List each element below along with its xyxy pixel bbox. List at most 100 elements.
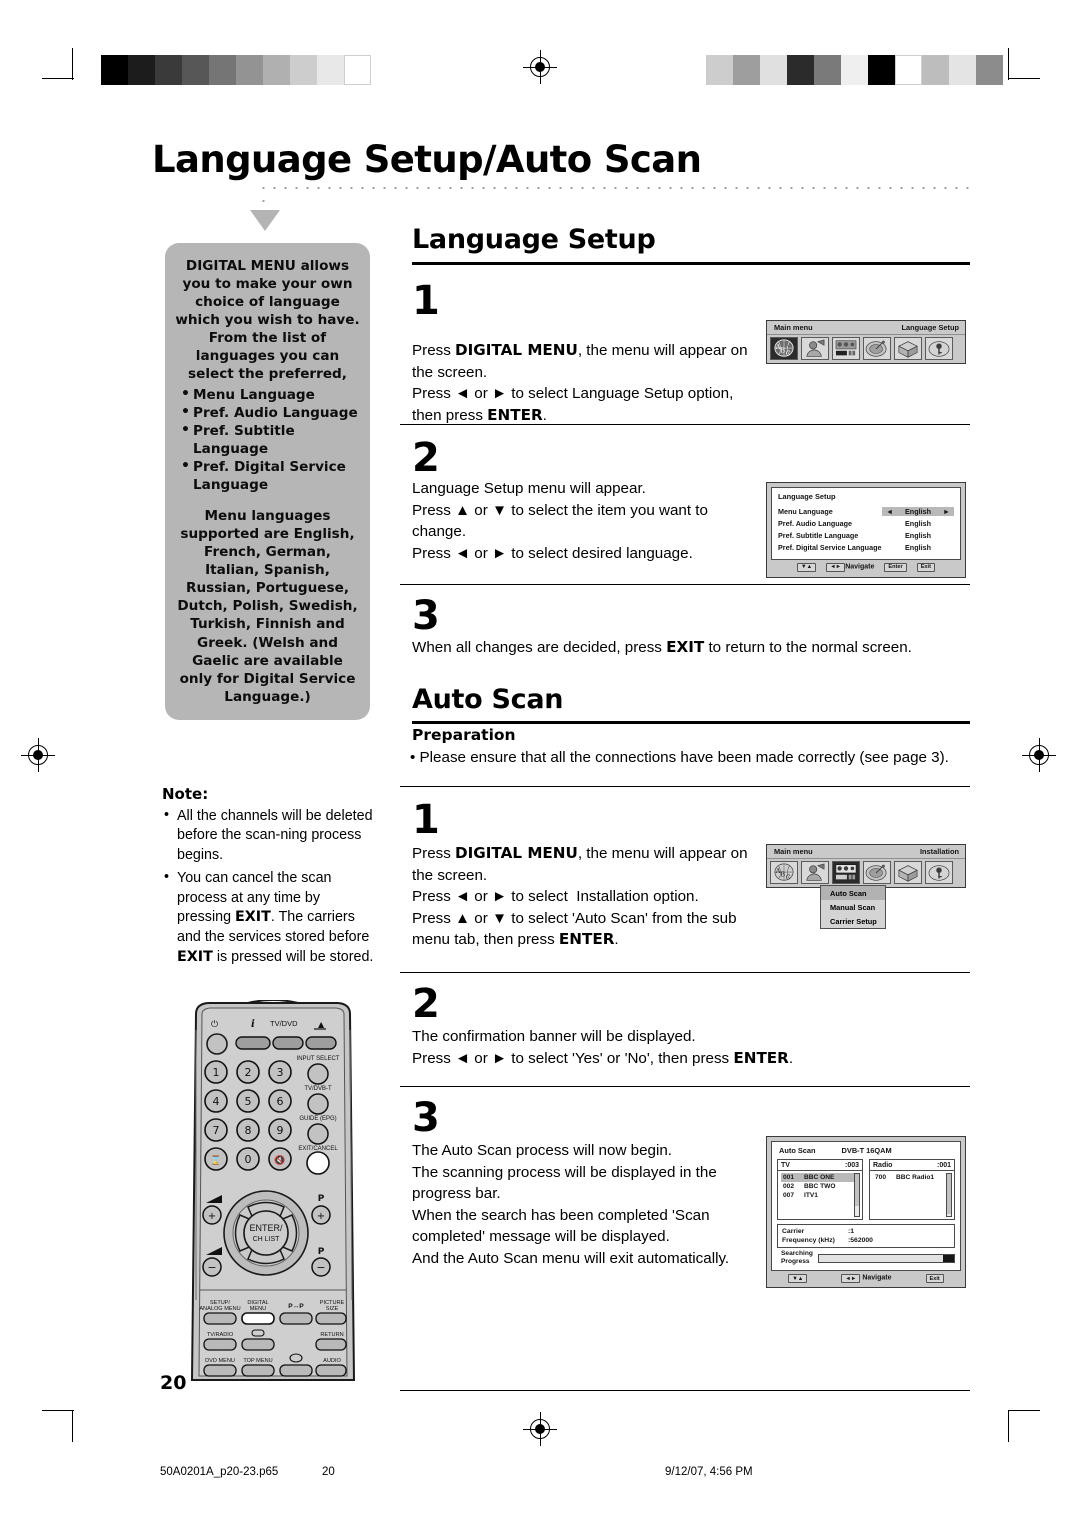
footer-timestamp: 9/12/07, 4:56 PM xyxy=(665,1466,753,1478)
svg-text:RETURN: RETURN xyxy=(320,1332,343,1338)
key-updown-icon[interactable]: ▼▲ xyxy=(797,562,817,573)
svg-text:8: 8 xyxy=(245,1124,252,1137)
svg-text:i: i xyxy=(251,1019,255,1030)
navigate-hint: ◄► Navigate xyxy=(826,562,875,573)
svg-text:TV/DVB-T: TV/DVB-T xyxy=(304,1086,332,1092)
registration-target-right xyxy=(1022,738,1056,772)
step-number: 3 xyxy=(412,593,440,639)
step-number: 1 xyxy=(412,278,440,324)
footer-pagenum: 20 xyxy=(322,1466,335,1478)
tuner-icon[interactable] xyxy=(832,861,860,884)
box-icon[interactable] xyxy=(894,337,922,360)
registration-target-left xyxy=(21,738,55,772)
abc-globe-icon[interactable]: ABC xyxy=(770,337,798,360)
person-tv-icon[interactable] xyxy=(801,861,829,884)
channel-number: 002 xyxy=(783,1183,795,1190)
svg-text:−: − xyxy=(316,1261,325,1274)
scrollbar-thumb[interactable] xyxy=(855,1174,859,1206)
abc-globe-icon[interactable]: ABC xyxy=(770,861,798,884)
carrier-value: :1 xyxy=(848,1228,855,1235)
osd-auto-scan: Auto Scan DVB-T 16QAM TV :003 001 BBC ON… xyxy=(766,1136,966,1289)
carrier-label: Carrier xyxy=(782,1228,805,1235)
key-updown-icon[interactable]: ▼▲ xyxy=(788,1274,808,1284)
channel-number: 007 xyxy=(783,1192,795,1199)
progress-label: Progress xyxy=(781,1258,810,1266)
progress-area: Searching Progress xyxy=(777,1250,955,1266)
note-list: All the channels will be deleted before … xyxy=(162,806,374,968)
osd-row-audio-language[interactable]: Pref. Audio Language English xyxy=(778,517,954,529)
left-arrow-icon[interactable]: ◄ xyxy=(886,507,893,516)
carrier-info-box: Carrier :1 Frequency (kHz) :562000 xyxy=(777,1224,955,1248)
step-text: The confirmation banner will be displaye… xyxy=(412,1028,794,1067)
osd-row-value: English xyxy=(905,530,931,540)
tv-list-title: TV xyxy=(781,1161,790,1169)
osd-main-menu-language: Main menu Language Setup ABC xyxy=(766,320,966,364)
list-item[interactable]: 001 BBC ONE xyxy=(781,1173,859,1182)
svg-text:▲: ▲ xyxy=(318,1020,325,1029)
step-divider xyxy=(400,1086,970,1088)
section-heading-auto-scan: Auto Scan xyxy=(412,684,564,715)
submenu-item-manual-scan[interactable]: Manual Scan xyxy=(821,900,885,914)
osd-row-label: Pref. Digital Service Language xyxy=(778,543,882,553)
svg-text:0: 0 xyxy=(245,1153,252,1166)
osd-row-subtitle-language[interactable]: Pref. Subtitle Language English xyxy=(778,529,954,541)
progress-bar-fill xyxy=(943,1254,954,1262)
step-divider xyxy=(400,786,970,788)
svg-text:P↔P: P↔P xyxy=(288,1303,304,1310)
svg-text:5: 5 xyxy=(245,1095,252,1108)
box-icon[interactable] xyxy=(894,861,922,884)
sidebar-languages-note: Menu languages supported are English, Fr… xyxy=(177,508,358,705)
osd-row-digital-service-language[interactable]: Pref. Digital Service Language English xyxy=(778,542,954,554)
osd-main-menu-installation: Main menu Installation ABC xyxy=(766,844,966,888)
osd-right-label: Installation xyxy=(919,847,959,856)
key-enter[interactable]: Enter xyxy=(884,562,907,573)
list-item[interactable]: 007 ITV1 xyxy=(781,1191,859,1200)
tuner-icon[interactable] xyxy=(832,337,860,360)
submenu-item-auto-scan[interactable]: Auto Scan xyxy=(821,886,885,900)
svg-text:P: P xyxy=(318,1247,325,1257)
navigate-label: Navigate xyxy=(845,563,875,571)
submenu-item-carrier-setup[interactable]: Carrier Setup xyxy=(821,914,885,928)
svg-text:1: 1 xyxy=(213,1066,220,1079)
right-arrow-icon[interactable]: ► xyxy=(943,507,950,516)
osd-auto-scan-header: Auto Scan DVB-T 16QAM xyxy=(777,1146,955,1155)
osd-row-value: English xyxy=(905,506,931,516)
scrollbar-thumb[interactable] xyxy=(947,1174,951,1214)
svg-text:−: − xyxy=(207,1261,216,1274)
osd-language-setup: Language Setup Menu Language ◄ English ►… xyxy=(766,482,966,579)
sidebar-bullet-item: Pref. Digital Service Language xyxy=(179,457,360,494)
crop-mark-bottom-left xyxy=(42,1396,88,1442)
list-item[interactable]: 700 BBC Radio1 xyxy=(873,1173,951,1182)
satellite-dish-icon[interactable] xyxy=(863,337,891,360)
osd-left-label: Main menu xyxy=(774,323,813,332)
key-exit[interactable]: Exit xyxy=(925,1274,944,1284)
radio-list-count: :001 xyxy=(936,1161,951,1169)
tv-list-scrollbar[interactable] xyxy=(854,1173,860,1217)
svg-text:+: + xyxy=(317,1211,325,1222)
print-calibration-bar-right xyxy=(706,55,1003,85)
radio-list-scrollbar[interactable] xyxy=(946,1173,952,1217)
key-leftright-icon[interactable]: ◄► xyxy=(841,1274,861,1284)
step-divider xyxy=(400,584,970,586)
svg-text:DVD MENU: DVD MENU xyxy=(205,1358,235,1364)
svg-text:B: B xyxy=(780,871,785,879)
osd-titlebar: Main menu Installation xyxy=(767,845,965,858)
navigate-hint: ◄► Navigate xyxy=(841,1274,892,1284)
svg-text:AUDIO: AUDIO xyxy=(323,1358,341,1364)
lock-key-icon[interactable] xyxy=(925,337,953,360)
down-arrow-icon xyxy=(250,210,280,231)
lock-key-icon[interactable] xyxy=(925,861,953,884)
key-exit[interactable]: Exit xyxy=(916,562,935,573)
svg-text:P: P xyxy=(318,1194,325,1204)
osd-right-label: Language Setup xyxy=(901,323,960,332)
svg-text:⌛: ⌛ xyxy=(210,1154,221,1166)
person-tv-icon[interactable] xyxy=(801,337,829,360)
list-item[interactable]: 002 BBC TWO xyxy=(781,1182,859,1191)
channel-name: BBC ONE xyxy=(804,1174,835,1181)
key-leftright-icon[interactable]: ◄► xyxy=(826,562,846,573)
channel-name: BBC Radio1 xyxy=(896,1174,935,1181)
osd-row-menu-language[interactable]: Menu Language ◄ English ► xyxy=(778,505,954,517)
svg-text:TOP MENU: TOP MENU xyxy=(243,1358,272,1364)
note-title: Note: xyxy=(162,785,209,803)
satellite-dish-icon[interactable] xyxy=(863,861,891,884)
